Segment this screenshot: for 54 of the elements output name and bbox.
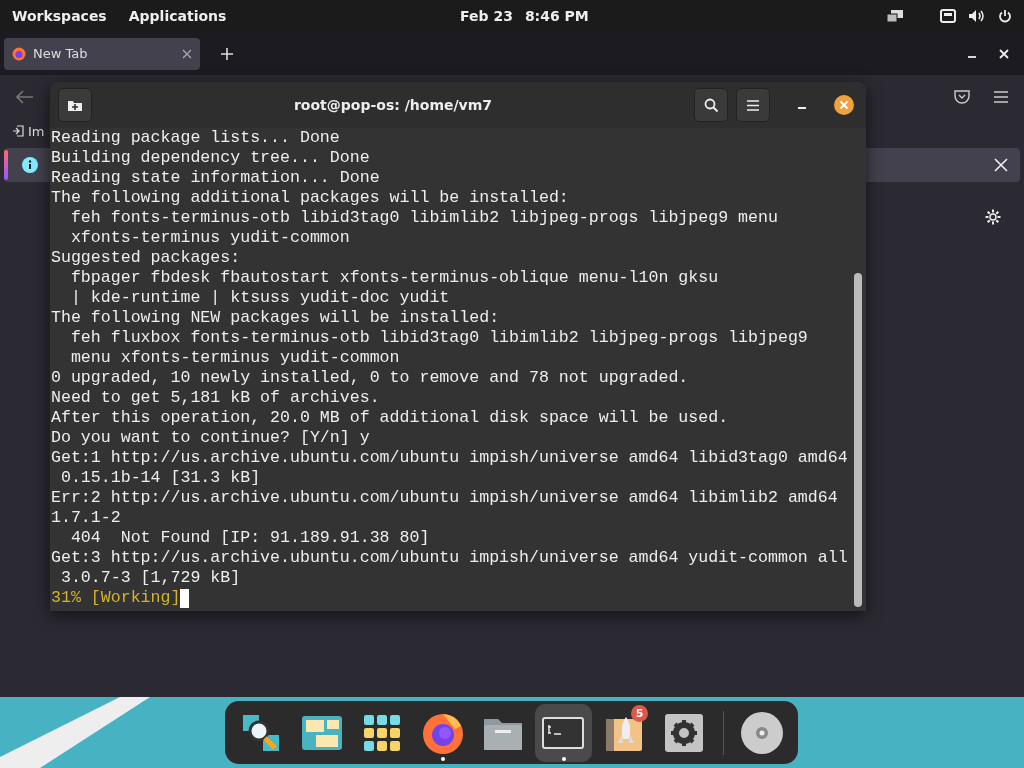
- settings-icon[interactable]: [984, 208, 1002, 226]
- terminal-line: 0 upgraded, 10 newly installed, 0 to remove and 78 not upgraded.: [51, 368, 690, 388]
- terminal-line: Need to get 5,181 kB of archives.: [51, 388, 381, 408]
- text-cursor: [180, 588, 190, 608]
- new-tab-icon: [67, 98, 83, 112]
- terminal-line: Err:2 http://us.archive.ubuntu.com/ubuntu impish/universe amd64 libimlib2 amd64: [51, 488, 839, 508]
- terminal-line: 3.0.7-3 [1,729 kB]: [59, 568, 242, 588]
- menu-icon: [747, 99, 759, 111]
- terminal-line: fbpager fbdesk fbautostart xfonts-terminus-oblique menu-l10n gksu: [69, 268, 720, 288]
- close-icon[interactable]: [834, 95, 854, 115]
- terminal-line: The following additional packages will be installed:: [51, 188, 570, 208]
- menu-icon[interactable]: [994, 90, 1008, 103]
- browser-icon: [12, 46, 26, 61]
- terminal-line: Get:3 http://us.archive.ubuntu.com/ubuntu impish/universe amd64 yudit-common all: [51, 548, 849, 568]
- terminal-line: 0.15.1b-14 [31.3 kB]: [59, 468, 262, 488]
- terminal-line: Reading state information... Done: [51, 168, 381, 188]
- terminal-line: feh fonts-terminus-otb libid3tag0 libimlib2 libjpeg-progs libjpeg9 menu: [69, 208, 779, 228]
- plus-icon: [220, 46, 234, 61]
- volume-icon[interactable]: [968, 9, 986, 23]
- import-icon[interactable]: [12, 125, 24, 137]
- keyboard-icon[interactable]: [940, 9, 956, 23]
- terminal-line: xfonts-terminus yudit-common: [69, 228, 351, 248]
- pocket-icon[interactable]: [954, 89, 970, 104]
- terminal-line: Building dependency tree... Done: [51, 148, 371, 168]
- date-label[interactable]: Feb 23: [460, 8, 513, 24]
- terminal-line: The following NEW packages will be installed:: [51, 308, 501, 328]
- scrollbar-thumb[interactable]: [854, 273, 862, 607]
- new-tab-button[interactable]: [58, 88, 92, 122]
- back-arrow-icon[interactable]: [16, 89, 34, 104]
- info-icon: [22, 157, 38, 173]
- display-icon[interactable]: [886, 9, 904, 23]
- terminal-line: menu xfonts-terminus yudit-common: [69, 348, 401, 368]
- terminal-line: Get:1 http://us.archive.ubuntu.com/ubuntu impish/universe amd64 libid3tag0 amd64: [51, 448, 849, 468]
- terminal-line: After this operation, 20.0 MB of additional disk space will be used.: [51, 408, 730, 428]
- terminal-line: | kde-runtime | ktsuss yudit-doc yudit: [69, 288, 451, 308]
- power-icon[interactable]: [998, 9, 1012, 23]
- window-title: root@pop-os: /home/vm7: [292, 97, 494, 113]
- terminal-line: feh fluxbox fonts-terminus-otb libid3tag0 libimlib2 libjpeg-progs libjpeg9: [69, 328, 809, 348]
- terminal-line: Suggested packages:: [51, 248, 242, 268]
- menu-button[interactable]: [736, 88, 770, 122]
- terminal-line: 1.7.1-2: [51, 508, 122, 528]
- search-button[interactable]: [694, 88, 728, 122]
- disc-icon[interactable]: [738, 709, 785, 756]
- browser-tab[interactable]: New Tab: [4, 37, 200, 70]
- notification-badge: 5: [631, 704, 649, 722]
- terminal-line: 404 Not Found [IP: 91.189.91.38 80]: [69, 528, 431, 548]
- search-icon: [703, 97, 719, 113]
- bookmark-label[interactable]: Im: [28, 123, 45, 139]
- terminal-line: Do you want to continue? [Y/n] y: [51, 428, 371, 448]
- clock-label[interactable]: 8:46 PM: [524, 8, 589, 24]
- menu-label[interactable]: Workspaces: [12, 8, 107, 24]
- menu-label[interactable]: Applications: [128, 8, 227, 24]
- progress-line: 31% [Working]: [51, 588, 181, 608]
- terminal-line: Reading package lists... Done: [51, 128, 341, 148]
